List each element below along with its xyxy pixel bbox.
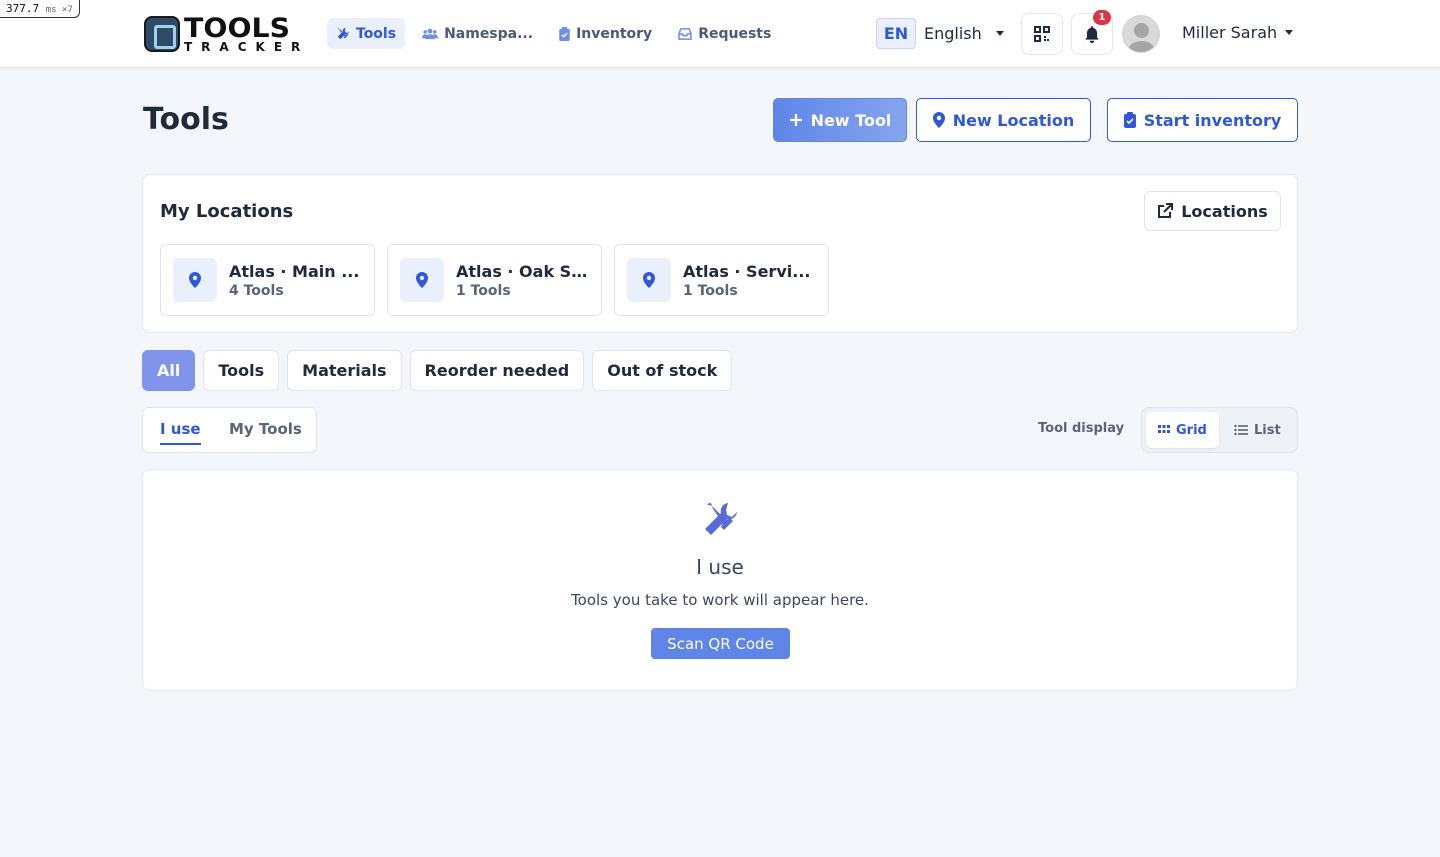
tool-display-label: Tool display — [1038, 421, 1125, 436]
logo-icon — [144, 16, 180, 52]
language-selector[interactable]: EN English — [876, 18, 1004, 49]
external-link-icon — [1158, 203, 1174, 218]
nav-tools[interactable]: Tools — [327, 18, 406, 49]
grid-view-button[interactable]: Grid — [1146, 412, 1219, 448]
users-icon — [422, 28, 439, 40]
filter-out-of-stock[interactable]: Out of stock — [592, 350, 733, 391]
location-item[interactable]: Atlas · Main ... 4 Tools — [160, 244, 375, 316]
qr-code-icon — [1034, 26, 1050, 42]
language-code: EN — [876, 18, 916, 49]
filter-tools[interactable]: Tools — [203, 350, 280, 391]
bell-icon — [1085, 26, 1099, 43]
plus-icon — [789, 114, 802, 126]
wrench-screwdriver-icon — [337, 27, 350, 39]
nav-inventory[interactable]: Inventory — [550, 18, 661, 49]
start-inventory-label: Start inventory — [1143, 110, 1282, 130]
location-count: 1 Tools — [683, 282, 738, 299]
map-pin-icon — [189, 272, 201, 288]
new-location-label: New Location — [952, 110, 1075, 130]
top-navbar: TOOLS TRACKER Tools Namespa... Inventory… — [0, 0, 1440, 68]
language-name: English — [924, 24, 982, 43]
nav-requests[interactable]: Requests — [669, 18, 780, 49]
filter-reorder-needed[interactable]: Reorder needed — [409, 350, 585, 391]
tab-i-use[interactable]: I use — [160, 420, 201, 445]
main-nav: Tools Namespa... Inventory Requests — [327, 18, 780, 49]
clipboard-check-icon — [559, 26, 570, 41]
nav-namespaces[interactable]: Namespa... — [413, 18, 542, 49]
map-pin-icon — [643, 272, 655, 288]
nav-label: Requests — [698, 25, 772, 42]
ownership-tabs: I use My Tools — [142, 407, 317, 453]
new-location-button[interactable]: New Location — [916, 98, 1091, 142]
empty-subtitle: Tools you take to work will appear here. — [571, 591, 869, 609]
list-view-button[interactable]: List — [1222, 412, 1293, 448]
performance-readout: 377.7 ms ×7 — [0, 0, 80, 18]
grid-label: Grid — [1176, 422, 1207, 438]
location-name: Atlas · Oak S... — [456, 261, 589, 281]
grid-icon — [1158, 425, 1170, 433]
location-name: Atlas · Main ... — [229, 261, 360, 281]
nav-label: Inventory — [576, 25, 653, 42]
map-pin-icon — [932, 112, 945, 128]
empty-title: I use — [696, 555, 744, 579]
location-item[interactable]: Atlas · Oak S... 1 Tools — [387, 244, 602, 316]
brand-logo[interactable]: TOOLS TRACKER — [144, 15, 310, 53]
user-name: Miller Sarah — [1182, 23, 1278, 42]
inbox-icon — [678, 27, 692, 40]
chevron-down-icon — [1285, 30, 1294, 35]
locations-title: My Locations — [160, 201, 294, 222]
filter-all[interactable]: All — [142, 350, 196, 391]
filter-materials[interactable]: Materials — [287, 350, 402, 391]
list-icon — [1234, 424, 1248, 436]
perf-value: 377.7 — [6, 2, 40, 15]
location-name: Atlas · Servi... — [683, 261, 811, 281]
location-count: 4 Tools — [229, 282, 284, 299]
scan-qr-button[interactable]: Scan QR Code — [651, 628, 790, 659]
page-title: Tools — [143, 102, 229, 137]
qr-scan-button[interactable] — [1021, 13, 1063, 55]
new-tool-button[interactable]: New Tool — [773, 98, 907, 142]
user-menu[interactable]: Miller Sarah — [1182, 23, 1294, 42]
avatar[interactable] — [1122, 15, 1160, 53]
notification-badge: 1 — [1093, 10, 1111, 25]
start-inventory-button[interactable]: Start inventory — [1107, 98, 1298, 142]
wrench-screwdriver-icon — [705, 503, 737, 535]
nav-label: Tools — [356, 25, 397, 42]
location-count: 1 Tools — [456, 282, 511, 299]
clipboard-check-icon — [1123, 112, 1136, 128]
notifications-button[interactable]: 1 — [1071, 10, 1113, 55]
perf-unit: ms ×7 — [45, 5, 73, 15]
chevron-down-icon — [995, 31, 1004, 36]
locations-link-label: Locations — [1181, 201, 1268, 221]
map-pin-icon — [416, 272, 428, 288]
view-toggle: Grid List — [1141, 407, 1298, 453]
brand-title: TOOLS — [184, 13, 291, 44]
list-label: List — [1254, 422, 1281, 438]
tab-my-tools[interactable]: My Tools — [229, 420, 302, 438]
new-tool-label: New Tool — [810, 110, 892, 130]
category-filters: All Tools Materials Reorder needed Out o… — [142, 350, 733, 391]
nav-label: Namespa... — [444, 25, 534, 42]
empty-state-card: I use Tools you take to work will appear… — [142, 469, 1298, 691]
location-item[interactable]: Atlas · Servi... 1 Tools — [614, 244, 829, 316]
locations-link-button[interactable]: Locations — [1144, 191, 1281, 231]
my-locations-card: My Locations Locations Atlas · Main ... … — [142, 174, 1298, 333]
